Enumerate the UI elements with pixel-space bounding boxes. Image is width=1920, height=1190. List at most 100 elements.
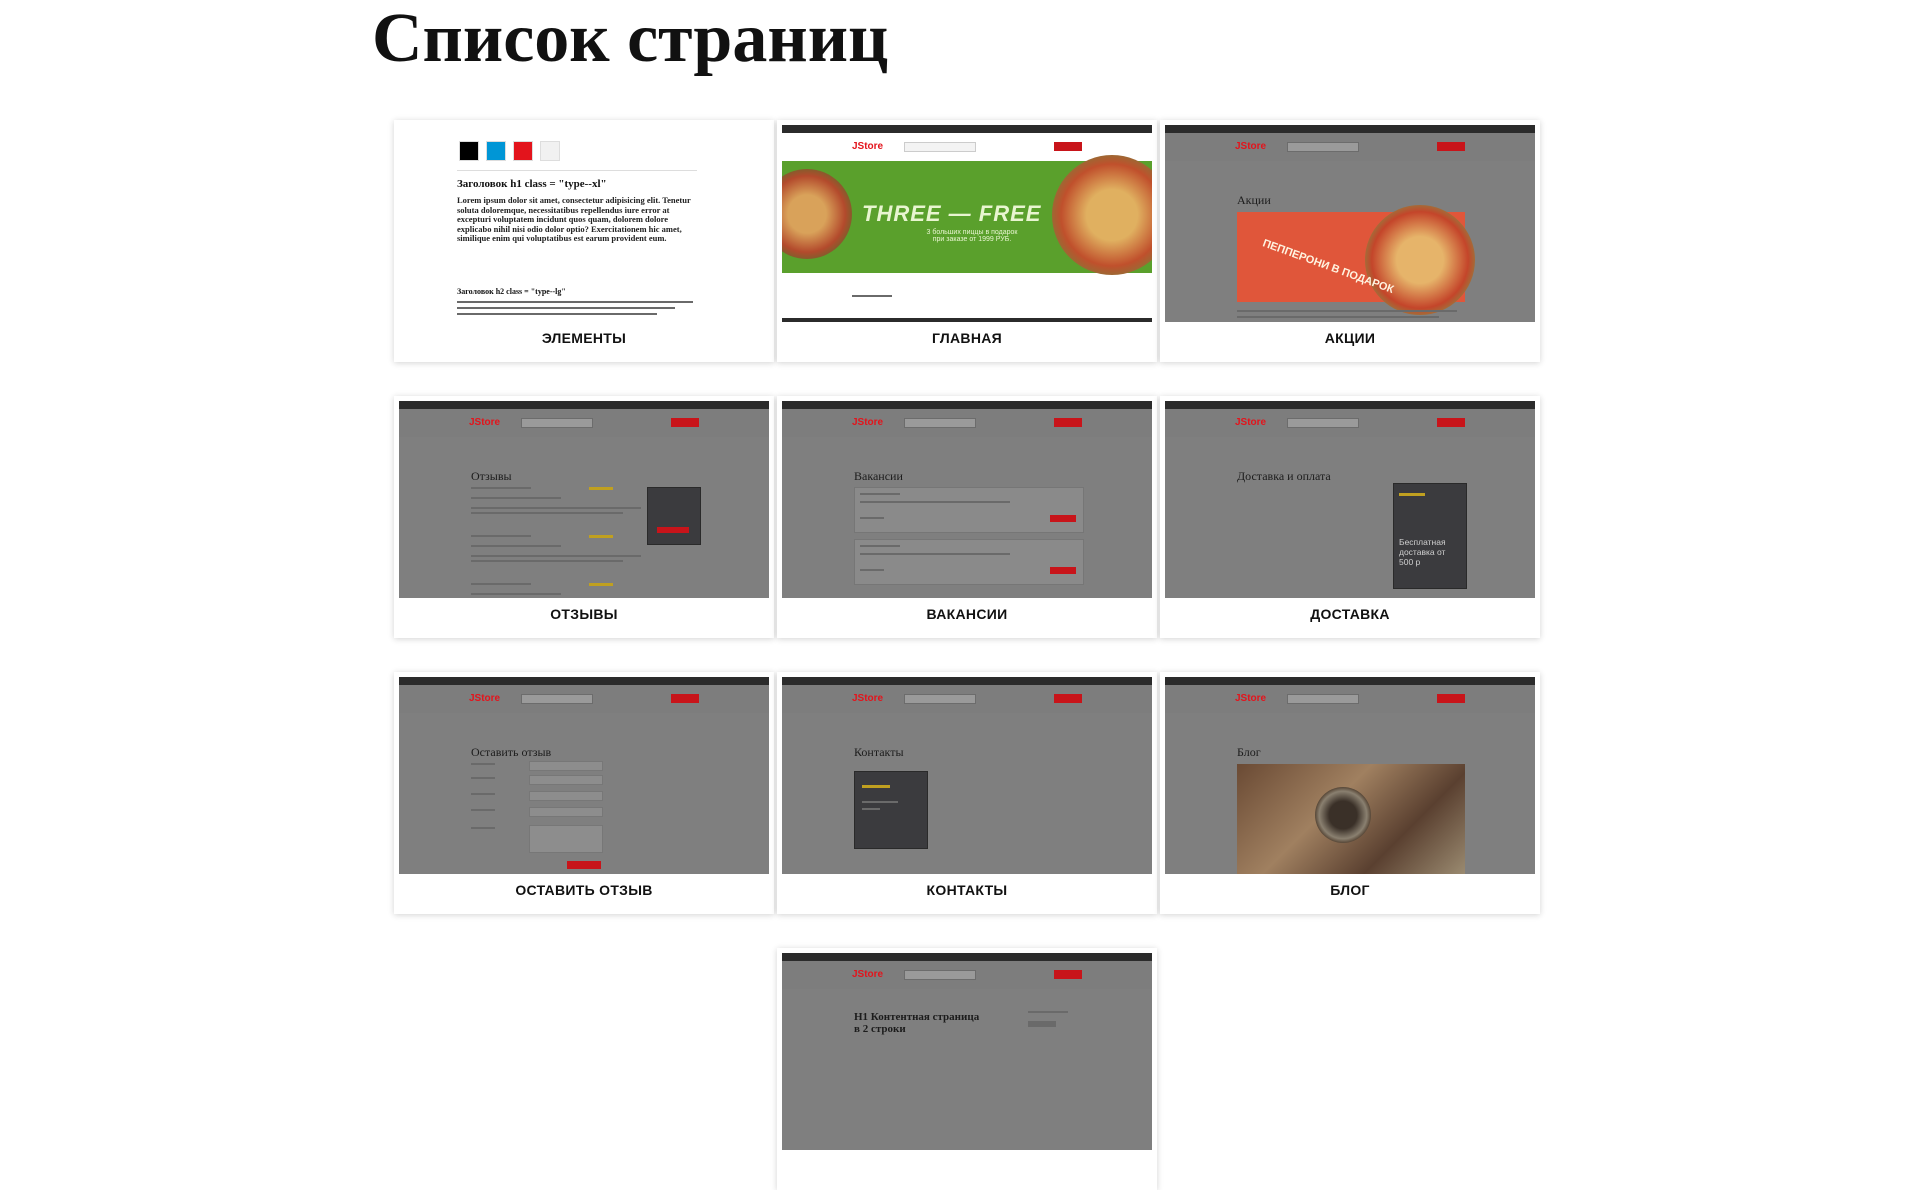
mini-topbar: [1165, 401, 1535, 409]
page-card-reviews[interactable]: JStore Отзывы Отзывы: [394, 396, 774, 638]
mini-topbar: [782, 401, 1152, 409]
mini-logo: JStore: [852, 141, 884, 152]
mini-text-line: [471, 507, 641, 509]
mini-topbar: [782, 677, 1152, 685]
mini-bottombar: [782, 318, 1152, 322]
mini-topbar: [782, 953, 1152, 961]
mini-cart-button: [1054, 142, 1082, 151]
mini-text-line: [862, 801, 898, 803]
mini-text-line: [471, 512, 623, 514]
mini-text-line: [860, 517, 884, 519]
page-card-vacancies[interactable]: JStore Вакансии Вакансии: [777, 396, 1157, 638]
mini-topbar: [782, 125, 1152, 133]
page-card-label: Блог: [1330, 882, 1370, 898]
page-thumbnail: JStore Отзывы: [399, 401, 769, 598]
mini-text-line: [1028, 1011, 1068, 1013]
form-field: [529, 825, 603, 853]
mini-text-line: [471, 545, 561, 547]
mini-logo: JStore: [1235, 141, 1267, 152]
page-thumbnail: JStore H1 Контентная страница в 2 строки: [782, 953, 1152, 1150]
mini-text-line: [457, 307, 675, 309]
mini-text-line: [471, 827, 495, 829]
mini-text-line: [1237, 316, 1439, 318]
page-thumbnail: JStore Доставка и оплата Бесплатная достав…: [1165, 401, 1535, 598]
mini-search: [904, 970, 976, 980]
mini-logo: JStore: [852, 969, 884, 980]
delivery-box-text: Бесплатная доставка от 500 р: [1399, 537, 1446, 567]
page-card-content[interactable]: JStore H1 Контентная страница в 2 строки: [777, 948, 1157, 1190]
mini-text-line: [860, 553, 1010, 555]
mini-text-line: [1237, 310, 1457, 312]
mini-page-title: Вакансии: [854, 469, 903, 483]
review-stars: [589, 535, 613, 538]
mini-text-line: [860, 493, 900, 495]
social-icons: [1028, 1021, 1056, 1027]
mini-search: [904, 418, 976, 428]
content-title: H1 Контентная страница в 2 строки: [854, 1011, 980, 1035]
vacancy-button: [1050, 515, 1076, 522]
mini-logo: JStore: [852, 417, 884, 428]
page-card-label: Контакты: [926, 882, 1008, 898]
mini-cart-button: [1437, 694, 1465, 703]
page-card-elements[interactable]: Заголовок h1 class = "type--xl" Lorem ips…: [394, 120, 774, 362]
review-cta-button: [657, 527, 689, 533]
mini-cart-button: [1437, 418, 1465, 427]
mini-text-line: [860, 501, 1010, 503]
mini-text-line: [860, 545, 900, 547]
form-field: [529, 791, 603, 801]
mini-text-line: [471, 535, 531, 537]
mini-text-line: [471, 497, 561, 499]
review-stars: [589, 487, 613, 490]
mini-search: [521, 418, 593, 428]
mini-heading2: Заголовок h2 class = "type--lg": [457, 287, 566, 296]
mini-page-title: Оставить отзыв: [471, 745, 552, 759]
page-thumbnail: JStore Блог: [1165, 677, 1535, 874]
mini-search: [1287, 694, 1359, 704]
mini-text-line: [471, 583, 531, 585]
contacts-accent: [862, 785, 890, 788]
page-card-contacts[interactable]: JStore Контакты Контакты: [777, 672, 1157, 914]
mini-text-line: [471, 593, 561, 595]
mini-cart-button: [1054, 418, 1082, 427]
mini-heading1: Заголовок h1 class = "type--xl": [457, 178, 607, 190]
mini-cart-button: [1437, 142, 1465, 151]
color-swatch: [540, 141, 560, 161]
mini-logo: JStore: [469, 417, 501, 428]
review-cta-box: [647, 487, 701, 545]
mini-search: [1287, 142, 1359, 152]
page-thumbnail: JStore Контакты: [782, 677, 1152, 874]
mini-paragraph: Lorem ipsum dolor sit amet, consectetur …: [457, 195, 691, 244]
mini-logo: JStore: [469, 693, 501, 704]
hero-title: THREE — FREE: [862, 201, 1042, 226]
mini-text-line: [471, 487, 531, 489]
page-title: Список страниц: [372, 0, 889, 77]
mini-cart-button: [671, 418, 699, 427]
color-swatch: [486, 141, 506, 161]
page-card-label: Оставить отзыв: [515, 882, 653, 898]
page-card-label: Элементы: [541, 330, 627, 346]
blog-plate: [1315, 787, 1371, 843]
mini-text-line: [862, 808, 880, 810]
submit-button: [567, 861, 601, 869]
form-field: [529, 807, 603, 817]
page-card-promo[interactable]: JStore Акции ПЕППЕРОНИ В ПОДАРОК Акции: [1160, 120, 1540, 362]
mini-page-title: Блог: [1237, 745, 1261, 759]
color-swatch: [513, 141, 533, 161]
page-card-delivery[interactable]: JStore Доставка и оплата Бесплатная достав…: [1160, 396, 1540, 638]
mini-topbar: [1165, 677, 1535, 685]
page-card-label: Вакансии: [926, 606, 1008, 622]
page-card-label: Главная: [931, 330, 1002, 346]
delivery-box: [1393, 483, 1467, 589]
mini-logo: JStore: [852, 693, 884, 704]
page-card-blog[interactable]: JStore Блог Блог: [1160, 672, 1540, 914]
page-card-home[interactable]: JStore THREE — FREE 3 больших пиццы в пода…: [777, 120, 1157, 362]
page-card-leave-review[interactable]: JStore Оставить отзыв Оставить отзыв: [394, 672, 774, 914]
page-card-label: Доставка: [1310, 606, 1390, 622]
mini-page-title: Доставка и оплата: [1237, 469, 1331, 483]
mini-cart-button: [671, 694, 699, 703]
page-thumbnail: JStore Акции ПЕППЕРОНИ В ПОДАРОК: [1165, 125, 1535, 322]
mini-text-line: [457, 301, 693, 303]
mini-topbar: [399, 677, 769, 685]
mini-search: [521, 694, 593, 704]
mini-page-title: Отзывы: [471, 469, 512, 483]
